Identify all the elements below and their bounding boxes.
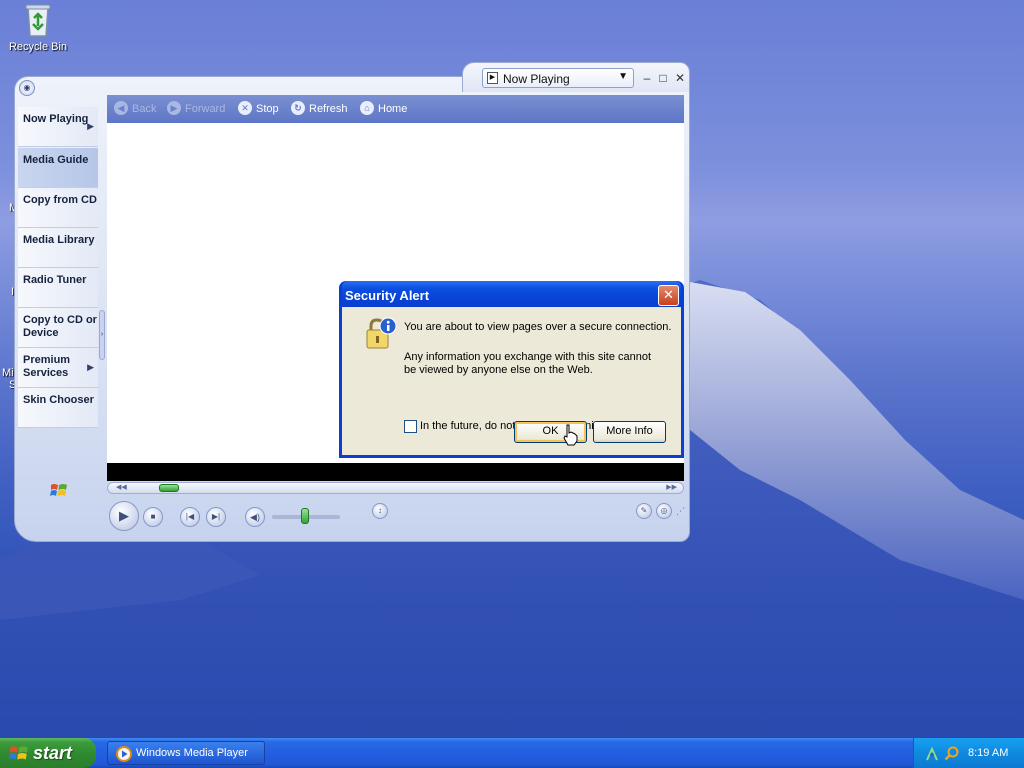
nav-item-media-library[interactable]: Media Library [18, 228, 98, 268]
taskbar-collapse-handle[interactable]: › [99, 310, 105, 360]
network-icon[interactable] [924, 746, 940, 762]
next-button[interactable]: ▶| [206, 507, 226, 527]
back-label: Back [132, 103, 157, 115]
forward-label: Forward [185, 103, 226, 115]
nav-item-media-guide[interactable]: Media Guide [18, 148, 98, 188]
now-playing-icon: ▶ [487, 72, 498, 84]
chevron-down-icon: ▼ [618, 71, 628, 82]
nav-item-label: Copy from CD [23, 194, 97, 206]
windows-logo-icon [9, 746, 28, 760]
clock[interactable]: 8:19 AM [968, 738, 1008, 768]
start-button[interactable]: start [0, 738, 96, 768]
equalizer-icon[interactable]: ✎ [636, 503, 652, 519]
view-selector-dropdown[interactable]: ▶ Now Playing ▼ [482, 68, 634, 88]
taskbar-button-label: Windows Media Player [136, 747, 248, 759]
rewind-icon[interactable]: ◀◀ [116, 483, 127, 493]
view-selector-value: Now Playing [503, 72, 570, 86]
previous-button[interactable]: |◀ [180, 507, 200, 527]
recycle-bin-icon [25, 4, 51, 37]
chevron-right-icon: ▶ [87, 362, 94, 372]
chevron-right-icon: ▶ [87, 121, 94, 131]
nav-item-label: Premium Services [23, 354, 71, 379]
refresh-icon: ↻ [291, 101, 305, 115]
stop-label: Stop [256, 103, 279, 115]
minimize-button[interactable]: – [640, 72, 654, 86]
stop-playback-button[interactable]: ■ [143, 507, 163, 527]
menu-toggle-button[interactable]: ◉ [19, 80, 35, 96]
skin-mode-icon[interactable]: ◎ [656, 503, 672, 519]
nav-item-label: Skin Chooser [23, 394, 94, 406]
mute-button[interactable]: ◀) [245, 507, 265, 527]
nav-item-label: Media Library [23, 234, 95, 246]
home-label: Home [378, 103, 408, 115]
dialog-message-2: Any information you exchange with this s… [404, 351, 652, 376]
windows-logo-icon [50, 484, 67, 496]
stop-button[interactable]: ✕ Stop [238, 101, 279, 117]
nav-item-label: Now Playing [23, 113, 89, 125]
seek-bar[interactable]: ◀◀ ▶▶ [107, 482, 684, 494]
back-arrow-icon: ◀ [114, 101, 128, 115]
resize-grip-icon[interactable]: ⋰ [676, 506, 685, 517]
dialog-close-button[interactable]: ✕ [658, 285, 679, 306]
nav-item-now-playing[interactable]: Now Playing ▶ [18, 107, 98, 147]
browser-toolbar: ◀ Back ▶ Forward ✕ Stop ↻ Refresh ⌂ Home [107, 95, 684, 123]
video-area [107, 463, 684, 481]
refresh-label: Refresh [309, 103, 348, 115]
desktop-icon-recycle-bin[interactable]: Recycle Bin [0, 2, 76, 53]
do-not-show-checkbox[interactable] [404, 420, 417, 433]
desktop-icon-label: Recycle Bin [8, 41, 68, 53]
nav-item-copy-to-cd[interactable]: Copy to CD or Device [18, 308, 98, 348]
seek-thumb[interactable] [159, 484, 180, 492]
search-icon[interactable] [944, 746, 960, 762]
dialog-message-1: You are about to view pages over a secur… [404, 321, 672, 333]
start-label: start [33, 743, 73, 763]
forward-button[interactable]: ▶ Forward [167, 101, 225, 117]
playlist-toggle-button[interactable]: ↕ [372, 503, 388, 519]
hand-cursor-icon [563, 424, 578, 446]
volume-slider-thumb[interactable] [300, 508, 309, 524]
lock-info-icon [366, 317, 397, 349]
refresh-button[interactable]: ↻ Refresh [291, 101, 348, 117]
dialog-title: Security Alert [342, 281, 681, 307]
security-alert-dialog: Security Alert ✕ You are about to view p… [339, 281, 684, 458]
home-button[interactable]: ⌂ Home [360, 101, 407, 117]
close-button[interactable]: ✕ [673, 72, 687, 86]
more-info-button[interactable]: More Info [593, 421, 666, 443]
play-button[interactable]: ▶ [109, 501, 139, 531]
nav-item-label: Radio Tuner [23, 274, 87, 286]
forward-arrow-icon: ▶ [167, 101, 181, 115]
feature-taskbar: Now Playing ▶ Media Guide Copy from CD M… [18, 102, 100, 502]
nav-item-label: Copy to CD or Device [23, 314, 97, 339]
fast-forward-icon[interactable]: ▶▶ [666, 483, 677, 493]
taskbar-button-wmp[interactable]: Windows Media Player [107, 741, 265, 765]
taskbar: start Windows Media Player 8:19 AM [0, 738, 1024, 768]
nav-item-premium-services[interactable]: Premium Services ▶ [18, 348, 98, 388]
nav-item-label: Media Guide [23, 154, 89, 166]
nav-item-radio-tuner[interactable]: Radio Tuner [18, 268, 98, 308]
home-icon: ⌂ [360, 101, 374, 115]
nav-item-skin-chooser[interactable]: Skin Chooser [18, 388, 98, 428]
system-tray: 8:19 AM [913, 738, 1024, 768]
stop-x-icon: ✕ [238, 101, 252, 115]
nav-item-copy-from-cd[interactable]: Copy from CD [18, 188, 98, 228]
back-button[interactable]: ◀ Back [114, 101, 156, 117]
maximize-button[interactable]: □ [656, 72, 670, 86]
wmp-icon [116, 746, 132, 762]
